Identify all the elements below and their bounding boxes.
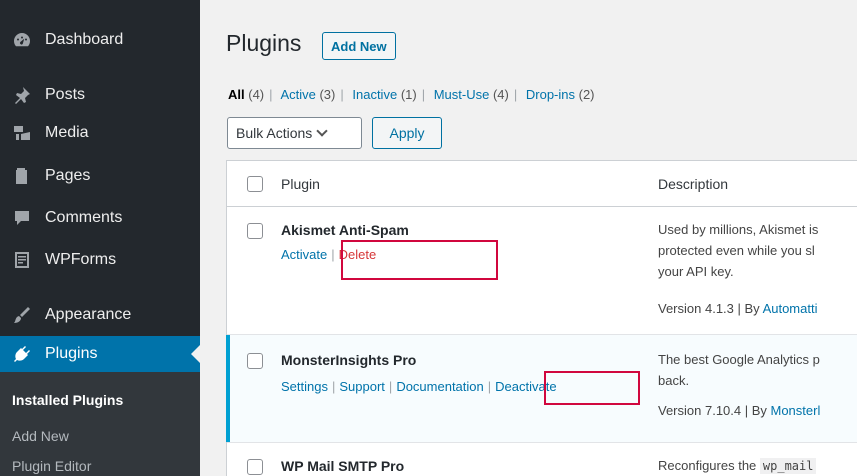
bulk-actions-select[interactable]: Bulk Actions (227, 117, 362, 149)
filter-separator: | (513, 87, 518, 102)
support-link[interactable]: Support (339, 379, 385, 394)
description-line: The best Google Analytics p (658, 352, 820, 367)
filter-active-count: (3) (319, 87, 336, 102)
chevron-down-icon (316, 125, 328, 137)
menu-dashboard[interactable]: Dashboard (0, 22, 200, 58)
menu-plugins[interactable]: Plugins (0, 336, 200, 372)
add-new-button[interactable]: Add New (322, 32, 396, 60)
author-link[interactable]: Automatti (763, 301, 818, 316)
delete-highlight-box (341, 240, 498, 280)
plugin-description: The best Google Analytics p back. (658, 349, 857, 391)
plugin-name: MonsterInsights Pro (281, 352, 417, 368)
submenu-installed-plugins[interactable]: Installed Plugins (12, 392, 123, 408)
active-menu-arrow (191, 345, 200, 363)
menu-dashboard-label: Dashboard (45, 31, 124, 48)
menu-comments[interactable]: Comments (0, 200, 200, 236)
column-plugin[interactable]: Plugin (281, 176, 320, 192)
menu-comments-label: Comments (45, 209, 123, 226)
description-text: Reconfigures the (658, 458, 760, 473)
deactivate-highlight-box (544, 371, 640, 405)
filter-must-use-count: (4) (492, 87, 509, 102)
submenu-plugin-editor[interactable]: Plugin Editor (12, 458, 91, 474)
filter-drop-ins[interactable]: Drop-ins (526, 87, 575, 102)
row-actions: Settings | Support | Documentation | Deactivat… (281, 379, 557, 394)
description-line: protected even while you sl (658, 243, 815, 258)
row-checkbox[interactable] (247, 223, 263, 239)
active-plugin-indicator (226, 335, 230, 442)
menu-media[interactable]: Media (0, 115, 200, 151)
page-title: Plugins (226, 30, 302, 56)
description-line: Used by millions, Akismet is (658, 222, 819, 237)
menu-posts-label: Posts (45, 86, 86, 103)
plugin-version: Version 4.1.3 | By Automatti (658, 301, 857, 316)
bulk-actions-label: Bulk Actions (236, 125, 313, 141)
row-checkbox[interactable] (247, 459, 263, 475)
submenu-add-new[interactable]: Add New (12, 428, 69, 444)
plugin-status-filters: All (4) | Active (3) | Inactive (1) | Must-… (228, 87, 595, 102)
menu-wpforms-label: WPForms (45, 251, 117, 268)
filter-separator: | (421, 87, 426, 102)
filter-drop-ins-count: (2) (578, 87, 595, 102)
filter-inactive[interactable]: Inactive (352, 87, 397, 102)
menu-appearance-label: Appearance (45, 306, 132, 323)
plugin-description: Used by millions, Akismet is protected e… (658, 219, 857, 282)
activate-link[interactable]: Activate (281, 247, 327, 262)
author-link[interactable]: Monsterl (771, 403, 821, 418)
description-line: your API key. (658, 264, 734, 279)
menu-media-label: Media (45, 124, 89, 141)
menu-plugins-label: Plugins (45, 345, 98, 362)
plugin-description: Reconfigures the wp_mail (658, 455, 857, 476)
version-text: Version 4.1.3 | By (658, 301, 763, 316)
plugins-submenu: Installed Plugins Add New Plugin Editor (0, 372, 200, 476)
filter-active[interactable]: Active (280, 87, 315, 102)
action-separator: | (487, 379, 492, 394)
version-text: Version 7.10.4 | By (658, 403, 771, 418)
action-separator: | (331, 379, 336, 394)
plugin-name: Akismet Anti-Spam (281, 222, 409, 238)
admin-sidebar: Dashboard Posts Media Pages Comments WPF… (0, 0, 200, 476)
filter-must-use[interactable]: Must-Use (434, 87, 490, 102)
action-separator: | (331, 247, 335, 262)
apply-button[interactable]: Apply (372, 117, 442, 149)
table-header: Plugin Description (227, 161, 857, 207)
filter-all-count: (4) (248, 87, 265, 102)
plugin-name: WP Mail SMTP Pro (281, 458, 405, 474)
description-code: wp_mail (759, 458, 817, 474)
forms-icon (12, 250, 32, 270)
plugins-table: Plugin Description Akismet Anti-Spam Act… (226, 160, 857, 476)
description-line: back. (658, 373, 690, 388)
menu-pages[interactable]: Pages (0, 158, 200, 194)
settings-link[interactable]: Settings (281, 379, 328, 394)
select-all-checkbox[interactable] (247, 176, 263, 192)
brush-icon (12, 305, 32, 325)
main-content: Plugins Add New All (4) | Active (3) | Ina… (200, 0, 857, 476)
column-description: Description (658, 176, 729, 192)
table-row: WP Mail SMTP Pro Reconfigures the wp_mai… (227, 443, 857, 476)
filter-separator: | (340, 87, 344, 102)
action-separator: | (388, 379, 393, 394)
menu-appearance[interactable]: Appearance (0, 297, 200, 333)
plugin-version: Version 7.10.4 | By Monsterl (658, 403, 857, 418)
menu-pages-label: Pages (45, 167, 91, 184)
comment-icon (12, 208, 32, 228)
dashboard-icon (12, 30, 32, 50)
media-icon (12, 123, 32, 143)
filter-all[interactable]: All (228, 87, 245, 102)
table-row: MonsterInsights Pro Settings | Support | Doc… (226, 335, 857, 443)
documentation-link[interactable]: Documentation (396, 379, 483, 394)
plugin-icon (12, 344, 32, 364)
table-row: Akismet Anti-Spam Activate | Delete Used b… (227, 207, 857, 335)
menu-wpforms[interactable]: WPForms (0, 242, 200, 278)
row-checkbox[interactable] (247, 353, 263, 369)
pages-icon (12, 166, 32, 186)
filter-inactive-count: (1) (400, 87, 417, 102)
menu-posts[interactable]: Posts (0, 77, 200, 113)
filter-separator: | (269, 87, 273, 102)
pin-icon (12, 85, 32, 105)
